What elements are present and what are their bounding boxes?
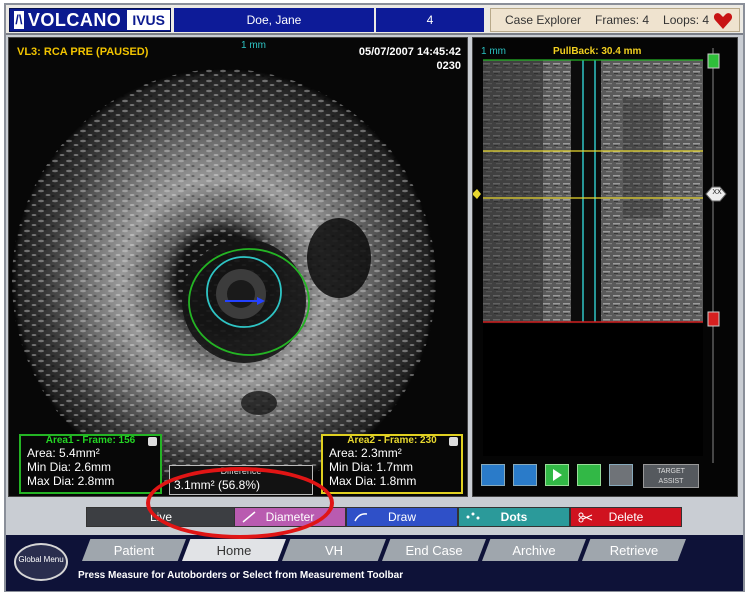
status-bar [4, 592, 746, 602]
pullback-length: PullBack: 30.4 mm [553, 46, 642, 57]
loop-icon[interactable] [577, 464, 601, 486]
dots-icon [466, 512, 480, 520]
measurement-1-max-dia: Max Dia: 2.8mm [27, 474, 115, 488]
scale-label: 1 mm [241, 40, 266, 51]
global-menu-button[interactable]: Global Menu [14, 543, 68, 581]
tab-patient[interactable]: Patient [82, 539, 186, 561]
volcano-mark-icon: /\ [14, 11, 24, 29]
tab-home[interactable]: Home [182, 539, 286, 561]
ivus-image [12, 69, 436, 493]
longitudinal-view-panel[interactable]: 1 mm PullBack: 30.4 mm XX TARGET ASSIST [472, 37, 738, 497]
long-scale-label: 1 mm [481, 46, 506, 57]
lock-icon[interactable] [449, 437, 458, 446]
loops-count: Loops: 4 [663, 13, 710, 27]
bottom-navigation: Global Menu Patient Home VH End Case Arc… [6, 535, 743, 591]
longitudinal-image [473, 48, 727, 463]
lock-icon[interactable] [148, 437, 157, 446]
frames-count: Frames: 4 [595, 13, 650, 27]
dots-button[interactable]: Dots [458, 507, 570, 527]
measurement-1-title: Area1 - Frame: 156 [45, 435, 136, 446]
measurement-box-2[interactable]: Area2 - Frame: 230 Area: 2.3mm² Min Dia:… [321, 434, 463, 494]
measurement-box-1[interactable]: Area1 - Frame: 156 Area: 5.4mm² Min Dia:… [19, 434, 162, 494]
highlight-ellipse [146, 467, 334, 539]
step-frame-icon[interactable] [609, 464, 633, 486]
patient-name[interactable]: Doe, Jane [174, 8, 374, 32]
top-bar: /\ VOLCANO IVUS Doe, Jane 4 Case Explore… [6, 5, 743, 35]
heart-icon[interactable] [713, 12, 733, 30]
status-hint: Press Measure for Autoborders or Select … [78, 570, 404, 581]
volcano-logo: /\ VOLCANO IVUS [9, 8, 171, 32]
dots-label: Dots [500, 510, 528, 524]
measurement-2-min-dia: Min Dia: 1.7mm [329, 460, 414, 474]
pullback-title: VL3: RCA PRE (PAUSED) [17, 46, 149, 58]
measurement-toolbar: Live Diameter Draw Dots Delete [6, 499, 743, 535]
tab-end-case[interactable]: End Case [382, 539, 486, 561]
measurement-1-min-dia: Min Dia: 2.6mm [27, 460, 112, 474]
product-name: IVUS [127, 10, 170, 30]
case-explorer[interactable]: Case Explorer Frames: 4 Loops: 4 [490, 8, 740, 32]
frame-marker-label: XX [712, 189, 722, 196]
frame-number: 0230 [436, 60, 461, 72]
tab-vh[interactable]: VH [282, 539, 386, 561]
tab-archive[interactable]: Archive [482, 539, 586, 561]
patient-number[interactable]: 4 [376, 8, 484, 32]
measurement-2-area: Area: 2.3mm² [329, 446, 402, 460]
draw-button[interactable]: Draw [346, 507, 458, 527]
tab-retrieve[interactable]: Retrieve [582, 539, 686, 561]
target-assist-button[interactable]: TARGET ASSIST [643, 464, 699, 488]
measurement-1-area: Area: 5.4mm² [27, 446, 100, 460]
measurement-2-title: Area2 - Frame: 230 [347, 435, 437, 446]
delete-label: Delete [608, 510, 644, 524]
acquisition-datetime: 05/07/2007 14:45:42 [358, 46, 461, 58]
bookmark-icon[interactable] [513, 464, 537, 486]
save-frame-icon[interactable] [481, 464, 505, 486]
case-explorer-label: Case Explorer [505, 13, 582, 27]
scissors-icon [578, 512, 593, 523]
play-icon[interactable] [545, 464, 569, 486]
delete-button[interactable]: Delete [570, 507, 682, 527]
measurement-2-max-dia: Max Dia: 1.8mm [329, 474, 417, 488]
brand-name: VOLCANO [27, 9, 122, 30]
app-window: /\ VOLCANO IVUS Doe, Jane 4 Case Explore… [4, 3, 745, 593]
draw-label: Draw [387, 510, 416, 524]
pencil-icon [354, 513, 368, 522]
ivus-cross-section-panel[interactable]: VL3: RCA PRE (PAUSED) 1 mm 05/07/2007 14… [8, 37, 468, 497]
